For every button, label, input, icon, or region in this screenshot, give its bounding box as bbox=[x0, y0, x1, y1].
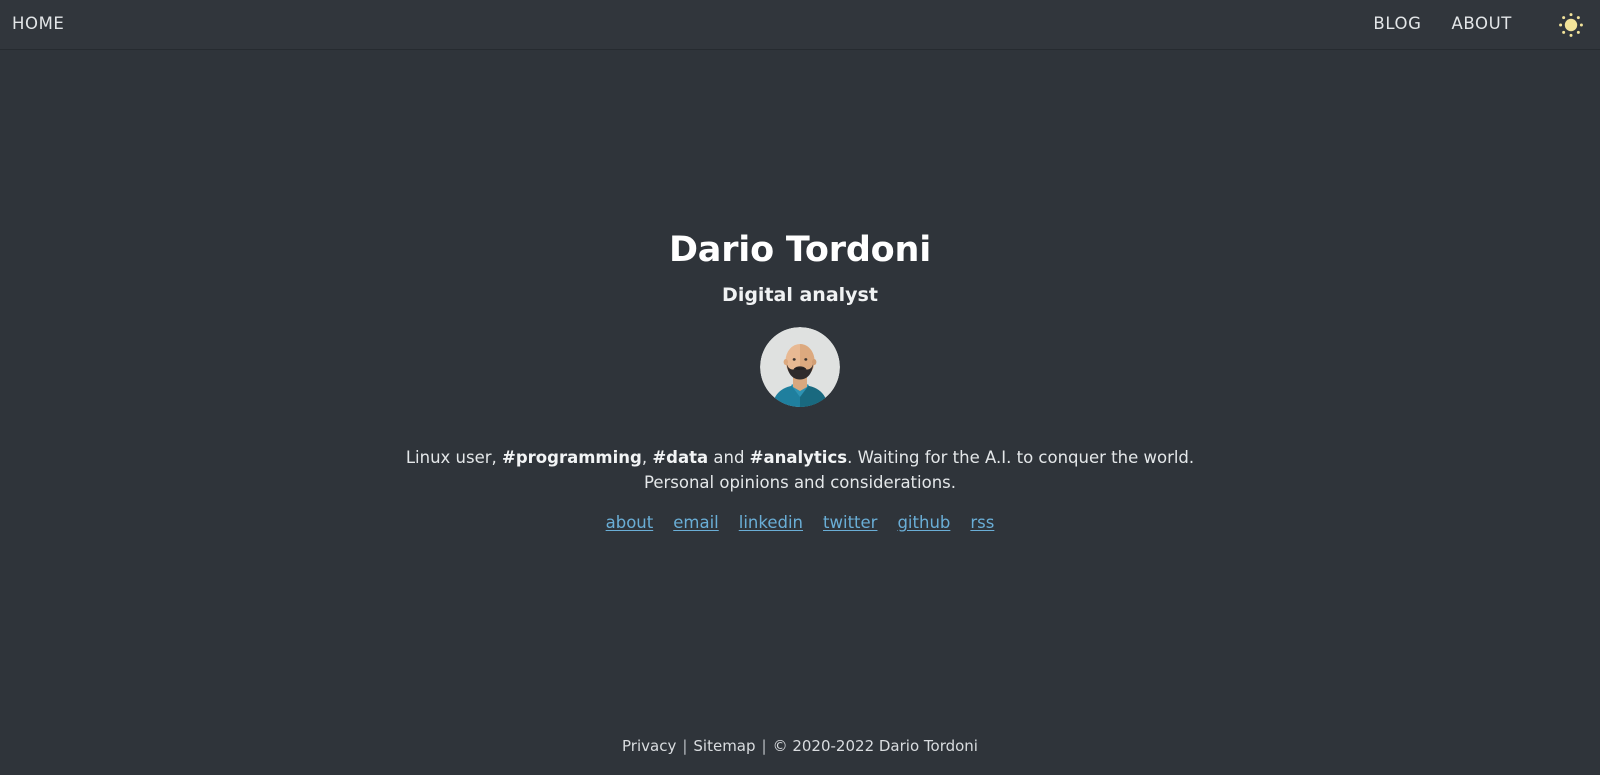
bio-tag-analytics: #analytics bbox=[749, 448, 848, 468]
link-github[interactable]: github bbox=[897, 513, 950, 533]
avatar bbox=[760, 327, 840, 408]
header-nav-right: BLOG ABOUT bbox=[1373, 10, 1586, 40]
nav-link-home[interactable]: HOME bbox=[12, 16, 64, 33]
social-links: about email linkedin twitter github rss bbox=[606, 513, 995, 533]
page-title: Dario Tordoni bbox=[668, 230, 932, 270]
bio-tag-data: #data bbox=[652, 448, 709, 468]
link-rss[interactable]: rss bbox=[970, 513, 994, 533]
sun-icon bbox=[1559, 12, 1583, 37]
bio-text-1: Linux user, bbox=[405, 448, 503, 468]
footer-separator-2: | bbox=[761, 737, 767, 755]
main-content: Dario Tordoni Digital analyst Linux user… bbox=[0, 50, 1600, 736]
bio-text-3: and bbox=[708, 448, 750, 468]
site-footer: Privacy | Sitemap | © 2020-2022 Dario To… bbox=[0, 736, 1600, 775]
bio-tag-programming: #programming bbox=[502, 448, 642, 468]
footer-link-sitemap[interactable]: Sitemap bbox=[693, 736, 755, 757]
footer-link-privacy[interactable]: Privacy bbox=[622, 736, 676, 757]
bio-line2: Personal opinions and considerations. bbox=[643, 473, 957, 493]
link-email[interactable]: email bbox=[673, 513, 719, 533]
page-subtitle: Digital analyst bbox=[722, 284, 878, 307]
footer-content: Privacy | Sitemap | © 2020-2022 Dario To… bbox=[622, 736, 978, 757]
page-root: HOME BLOG ABOUT Dario Tordoni Digital an… bbox=[0, 0, 1600, 775]
link-linkedin[interactable]: linkedin bbox=[739, 513, 803, 533]
bio-text: Linux user, #programming, #data and #ana… bbox=[406, 445, 1194, 495]
nav-link-blog[interactable]: BLOG bbox=[1373, 16, 1421, 33]
header-nav-left: HOME bbox=[12, 16, 64, 33]
footer-copyright: © 2020-2022 Dario Tordoni bbox=[772, 737, 978, 755]
theme-toggle-button[interactable] bbox=[1556, 10, 1586, 40]
footer-separator-1: | bbox=[682, 737, 688, 755]
link-twitter[interactable]: twitter bbox=[823, 513, 877, 533]
link-about[interactable]: about bbox=[606, 513, 654, 533]
bio-text-2: , bbox=[641, 448, 653, 468]
bio-line1: Linux user, #programming, #data and #ana… bbox=[406, 448, 1194, 467]
avatar-illustration bbox=[760, 327, 840, 408]
nav-link-about[interactable]: ABOUT bbox=[1452, 16, 1512, 33]
bio-text-4: . Waiting for the A.I. to conquer the wo… bbox=[847, 448, 1195, 468]
site-header: HOME BLOG ABOUT bbox=[0, 0, 1600, 50]
